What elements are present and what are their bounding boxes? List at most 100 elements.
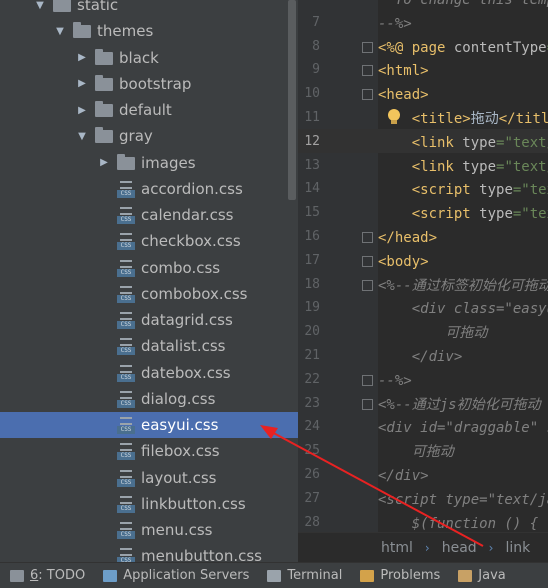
tree-item[interactable]: CSS datalist.css <box>0 333 298 359</box>
tree-item[interactable]: CSS linkbutton.css <box>0 491 298 517</box>
code-line[interactable]: <html> <box>378 60 548 82</box>
code-line[interactable]: <%@ page contentType="text <box>378 37 548 59</box>
code-token: <div id="draggable" st <box>378 420 548 437</box>
application-servers-tool-button[interactable]: Application Servers <box>103 568 249 583</box>
line-number: 19 <box>304 300 320 316</box>
breadcrumb-item[interactable]: head <box>442 540 477 556</box>
todo-icon <box>10 569 24 582</box>
tree-item[interactable]: ▼ gray <box>0 123 298 149</box>
css-file-icon: CSS <box>117 311 135 329</box>
code-token: <head> <box>378 87 429 104</box>
collapse-arrow-icon[interactable]: ▶ <box>97 157 111 168</box>
todo-tool-button[interactable]: 6: TODO <box>10 568 85 583</box>
code-token: </head> <box>378 230 438 246</box>
tree-item[interactable]: CSS menu.css <box>0 517 298 543</box>
code-line[interactable]: <link type="text/css <box>378 132 548 154</box>
tree-item[interactable]: CSS checkbox.css <box>0 228 298 254</box>
tree-item[interactable]: ▶ images <box>0 150 298 176</box>
project-tree-panel[interactable]: ▼ static ▼ themes ▶ black ▶ bootstrap ▶ default ▼ g… <box>0 0 298 562</box>
tree-item-label: menu.css <box>141 521 213 539</box>
css-file-icon: CSS <box>117 390 135 408</box>
tree-item[interactable]: CSS datagrid.css <box>0 307 298 333</box>
fold-marker-icon[interactable] <box>362 41 373 53</box>
code-line[interactable]: </div> <box>378 346 548 368</box>
tool-window-label: Java <box>478 568 506 583</box>
tree-item-label: menubutton.css <box>141 547 262 562</box>
tree-item[interactable]: ▶ bootstrap <box>0 71 298 97</box>
css-file-icon: CSS <box>117 364 135 382</box>
tree-item[interactable]: CSS filebox.css <box>0 438 298 464</box>
tree-item-label: bootstrap <box>119 74 192 93</box>
breadcrumb-item[interactable]: html <box>381 540 413 556</box>
code-line[interactable]: <link type="text/css <box>378 156 548 178</box>
tree-item[interactable]: ▼ static <box>0 0 298 18</box>
tree-item[interactable]: CSS combobox.css <box>0 281 298 307</box>
code-line[interactable]: <script type="text/j <box>378 179 548 201</box>
code-line[interactable]: 可拖动 <box>378 322 548 344</box>
code-line[interactable]: </head> <box>378 227 548 249</box>
code-line[interactable]: --%> <box>378 13 548 35</box>
code-line[interactable]: --%> <box>378 370 548 392</box>
tree-item-label: themes <box>97 22 154 41</box>
tree-item[interactable]: ▶ black <box>0 45 298 71</box>
breadcrumb: html › head › link <box>298 532 548 562</box>
code-line[interactable]: <div class="easyui- <box>378 298 548 320</box>
code-line[interactable]: </div> <box>378 465 548 487</box>
chevron-right-icon: › <box>488 540 494 555</box>
fold-marker-icon[interactable] <box>362 232 373 243</box>
fold-marker-icon[interactable] <box>362 374 373 386</box>
code-line[interactable]: <head> <box>378 84 548 106</box>
code-line[interactable]: <div id="draggable" st <box>378 417 548 439</box>
tool-window-label: : TODO <box>38 568 86 583</box>
tree-item[interactable]: CSS menubutton.css <box>0 543 298 562</box>
tree-item[interactable]: CSS easyui.css <box>0 412 298 438</box>
problems-tool-button[interactable]: Problems <box>360 568 440 583</box>
collapse-arrow-icon[interactable]: ▶ <box>75 105 89 116</box>
code-line[interactable]: To change this template <box>378 0 548 11</box>
java-tool-button[interactable]: Java <box>458 568 506 583</box>
code-token: To change this template <box>394 0 548 8</box>
lightbulb-icon[interactable] <box>387 109 401 125</box>
problems-icon <box>360 569 375 582</box>
code-line[interactable]: <%--通过标签初始化可拖动 <box>378 275 548 297</box>
tree-item[interactable]: CSS datebox.css <box>0 360 298 386</box>
tree-item[interactable]: ▶ default <box>0 97 298 123</box>
expand-arrow-icon[interactable]: ▼ <box>53 26 67 37</box>
project-tree-scrollbar[interactable] <box>288 0 296 200</box>
fold-marker-icon[interactable] <box>362 65 373 77</box>
tree-item[interactable]: CSS combo.css <box>0 255 298 281</box>
code-line[interactable]: <%--通过js初始化可拖动 <box>378 394 548 416</box>
fold-marker-icon[interactable] <box>362 279 373 291</box>
code-token: <body> <box>378 253 429 270</box>
code-line[interactable]: <script type="text/jav <box>378 489 548 511</box>
collapse-arrow-icon[interactable]: ▶ <box>75 78 89 89</box>
terminal-tool-button[interactable]: Terminal <box>267 568 342 583</box>
folder-icon <box>95 101 113 117</box>
tree-item-label: linkbutton.css <box>141 494 246 513</box>
tree-item[interactable]: CSS layout.css <box>0 465 298 491</box>
breadcrumb-item[interactable]: link <box>505 540 530 556</box>
code-token: ="text/css <box>496 134 548 151</box>
fold-marker-icon[interactable] <box>362 89 373 101</box>
expand-arrow-icon[interactable]: ▼ <box>75 131 89 142</box>
tree-item[interactable]: ▼ themes <box>0 18 298 44</box>
expand-arrow-icon[interactable]: ▼ <box>33 0 47 11</box>
code-line[interactable]: <body> <box>378 251 548 273</box>
tree-item[interactable]: CSS accordion.css <box>0 176 298 202</box>
css-file-icon: CSS <box>117 285 135 303</box>
code-token: type <box>462 158 497 175</box>
tree-item[interactable]: CSS calendar.css <box>0 202 298 228</box>
code-line[interactable]: <script type="text/j <box>378 203 548 225</box>
fold-marker-icon[interactable] <box>362 398 373 410</box>
collapse-arrow-icon[interactable]: ▶ <box>75 52 89 63</box>
code-line[interactable]: 可拖动 <box>378 441 548 463</box>
tree-item[interactable]: CSS dialog.css <box>0 386 298 412</box>
tree-item-label: combobox.css <box>141 284 248 303</box>
code-line[interactable]: <title>拖动</title> <box>378 108 548 130</box>
folder-icon <box>95 74 113 91</box>
fold-marker-icon[interactable] <box>362 255 373 267</box>
tree-item-label: checkbox.css <box>141 232 241 251</box>
